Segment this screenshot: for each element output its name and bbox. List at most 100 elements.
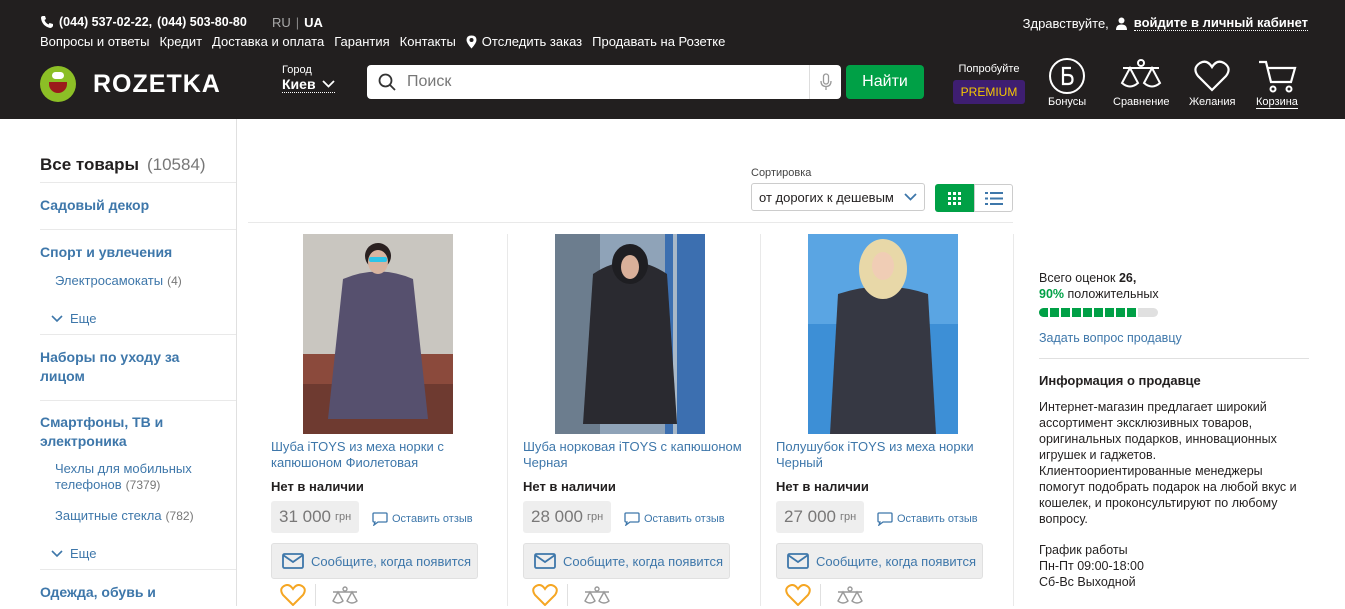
divider — [567, 584, 568, 606]
sort-block: Сортировка от дорогих к дешевым — [751, 167, 925, 211]
category-garden-decor[interactable]: Садовый декор — [40, 196, 216, 215]
product-price: 28 000 грн — [523, 501, 612, 533]
rating-bar-segment — [1050, 308, 1061, 317]
price-value: 31 000 — [279, 507, 331, 526]
subcategory-screen-glass[interactable]: Защитные стекла (782) — [55, 508, 215, 524]
search-input[interactable] — [407, 67, 809, 97]
lang-ua[interactable]: UA — [304, 15, 323, 30]
show-more-electronics[interactable]: Еще — [51, 546, 96, 561]
compare-button[interactable]: Сравнение — [1113, 56, 1170, 108]
leave-review-link[interactable]: Оставить отзыв — [624, 512, 725, 526]
sort-label: Сортировка — [751, 167, 812, 179]
notify-when-available-button[interactable]: Сообщите, когда появится — [776, 543, 983, 579]
category-face-care[interactable]: Наборы по уходу за лицом — [40, 348, 216, 386]
ask-seller-link[interactable]: Задать вопрос продавцу — [1039, 330, 1309, 346]
notify-label: Сообщите, когда появится — [816, 553, 976, 569]
product-photo[interactable] — [303, 234, 453, 434]
rating-bar-segment — [1072, 308, 1083, 317]
product-title[interactable]: Шуба норковая iTOYS с капюшоном Черная — [523, 439, 753, 471]
availability-status: Нет в наличии — [523, 479, 616, 494]
divider — [820, 584, 821, 606]
category-clothes[interactable]: Одежда, обувь и — [40, 583, 216, 602]
product-photo[interactable] — [555, 234, 705, 434]
scales-icon — [1121, 59, 1162, 88]
nav-delivery[interactable]: Доставка и оплата — [212, 34, 324, 49]
greeting: Здравствуйте, войдите в личный кабинет — [1023, 15, 1308, 31]
speech-bubble-icon — [372, 512, 388, 526]
speech-bubble-icon — [624, 512, 640, 526]
phone-alt[interactable]: (044) 503-80-80 — [157, 15, 247, 29]
nav-contacts[interactable]: Контакты — [400, 34, 456, 49]
bonus-button[interactable]: Бонусы — [1048, 56, 1086, 108]
notify-when-available-button[interactable]: Сообщите, когда появится — [271, 543, 478, 579]
subcategory-scooters[interactable]: Электросамокаты (4) — [55, 273, 215, 289]
divider — [40, 182, 236, 183]
coat-shape — [830, 286, 936, 434]
nav-sell[interactable]: Продавать на Розетке — [592, 34, 725, 49]
envelope-icon — [534, 553, 556, 569]
coat-shape — [583, 261, 677, 424]
availability-status: Нет в наличии — [776, 479, 869, 494]
login-link[interactable]: войдите в личный кабинет — [1133, 15, 1308, 31]
lang-separator: | — [295, 15, 300, 30]
city-selector[interactable]: Город Киев — [282, 64, 335, 93]
sort-select[interactable]: от дорогих к дешевым — [751, 183, 925, 211]
product-card: Полушубок iTOYS из меха норки Черный Нет… — [765, 234, 1018, 609]
phones: (044) 537-02-22, (044) 503-80-80 — [40, 15, 247, 29]
notify-when-available-button[interactable]: Сообщите, когда появится — [523, 543, 730, 579]
add-to-wishlist-button[interactable] — [532, 584, 558, 609]
all-products[interactable]: Все товары (10584) — [40, 155, 206, 175]
phone-main[interactable]: (044) 537-02-22, — [59, 15, 152, 29]
product-price: 27 000 грн — [776, 501, 865, 533]
cart-button[interactable]: Корзина — [1256, 56, 1298, 109]
list-view-button[interactable] — [974, 184, 1013, 212]
add-to-wishlist-button[interactable] — [280, 584, 306, 609]
nav-warranty[interactable]: Гарантия — [334, 34, 389, 49]
heart-icon — [1194, 60, 1230, 92]
logo-wordmark: ROZETKA — [93, 69, 221, 98]
leave-review-link[interactable]: Оставить отзыв — [372, 512, 473, 526]
product-title[interactable]: Шуба iTOYS из меха норки с капюшоном Фио… — [271, 439, 501, 471]
nav-credit[interactable]: Кредит — [159, 34, 202, 49]
grid-view-button[interactable] — [935, 184, 974, 212]
seller-description: Интернет-магазин предлагает широкий ассо… — [1039, 400, 1297, 526]
rating-bar-segment — [1094, 308, 1105, 317]
category-electronics[interactable]: Смартфоны, ТВ и электроника — [40, 413, 216, 451]
product-card: Шуба iTOYS из меха норки с капюшоном Фио… — [260, 234, 513, 609]
photo-illustration — [555, 234, 705, 434]
seller-panel: Всего оценок 26, 90% положительных Задат… — [1039, 270, 1309, 590]
logo[interactable]: ROZETKA — [40, 66, 221, 102]
premium-try-text: Попробуйте — [958, 63, 1020, 75]
premium-badge[interactable]: PREMIUM — [952, 80, 1026, 104]
search-box — [367, 65, 841, 99]
city-value[interactable]: Киев — [282, 76, 335, 93]
wishlist-button[interactable]: Желания — [1189, 56, 1236, 108]
divider — [1039, 358, 1309, 359]
search-icon — [378, 73, 396, 91]
rating-bar-segment — [1039, 308, 1050, 317]
category-sport[interactable]: Спорт и увлечения — [40, 243, 216, 262]
envelope-icon — [282, 553, 304, 569]
product-photo[interactable] — [808, 234, 958, 434]
lang-ru[interactable]: RU — [272, 15, 291, 30]
leave-review-link[interactable]: Оставить отзыв — [877, 512, 978, 526]
notify-label: Сообщите, когда появится — [311, 553, 471, 569]
rating-bar-segment — [1127, 308, 1138, 317]
price-currency: грн — [587, 511, 604, 523]
search-button[interactable]: Найти — [846, 65, 924, 99]
city-name: Киев — [282, 76, 316, 92]
nav-faq[interactable]: Вопросы и ответы — [40, 34, 149, 49]
frog-logo-icon — [40, 66, 76, 102]
seller-info-heading: Информация о продавце — [1039, 373, 1201, 388]
nav-track-order[interactable]: Отследить заказ — [482, 34, 582, 49]
phone-icon — [41, 16, 53, 28]
rating-bar-segment — [1105, 308, 1116, 317]
premium-promo[interactable]: Попробуйте PREMIUM — [950, 63, 1028, 104]
voice-search-button[interactable] — [809, 65, 841, 99]
positive-percent: 90% — [1039, 287, 1065, 301]
product-title[interactable]: Полушубок iTOYS из меха норки Черный — [776, 439, 1006, 471]
show-more-sport[interactable]: Еще — [51, 311, 96, 326]
subcategory-phone-cases[interactable]: Чехлы для мобильных телефонов (7379) — [55, 461, 215, 493]
rating-bar-segment — [1061, 308, 1072, 317]
add-to-wishlist-button[interactable] — [785, 584, 811, 609]
